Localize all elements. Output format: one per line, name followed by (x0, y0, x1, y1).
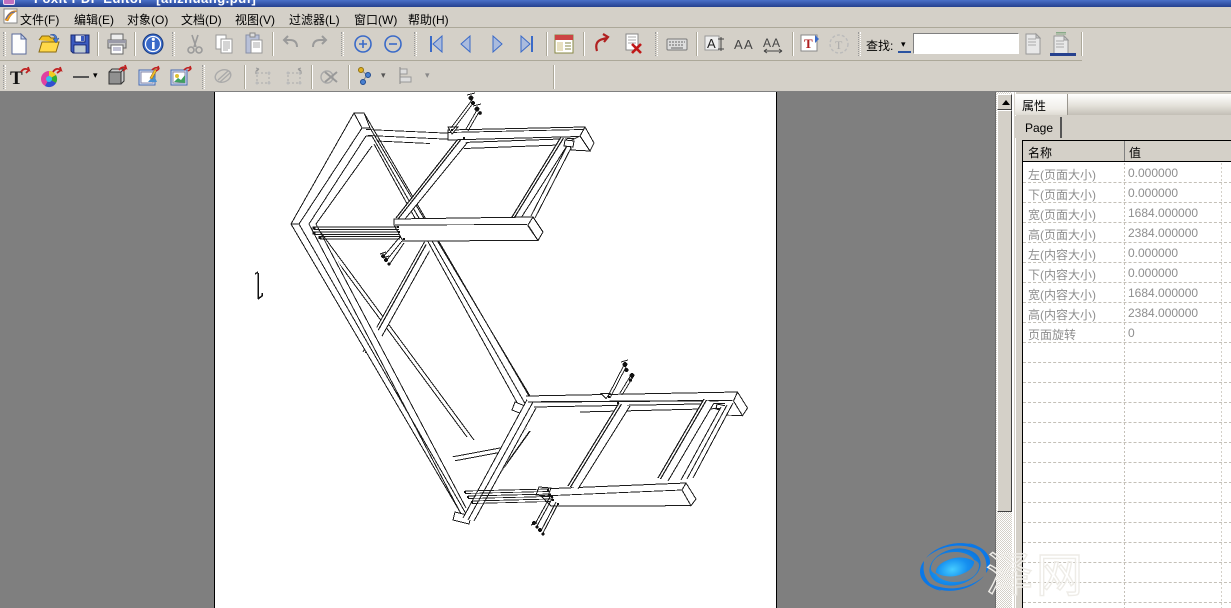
svg-text:A: A (744, 37, 753, 52)
svg-text:A: A (734, 37, 743, 52)
svg-text:T: T (835, 38, 843, 52)
svg-text:A: A (763, 36, 771, 50)
svg-text:A: A (707, 36, 716, 51)
svg-text:A: A (772, 36, 780, 50)
svg-text:T: T (804, 36, 813, 51)
